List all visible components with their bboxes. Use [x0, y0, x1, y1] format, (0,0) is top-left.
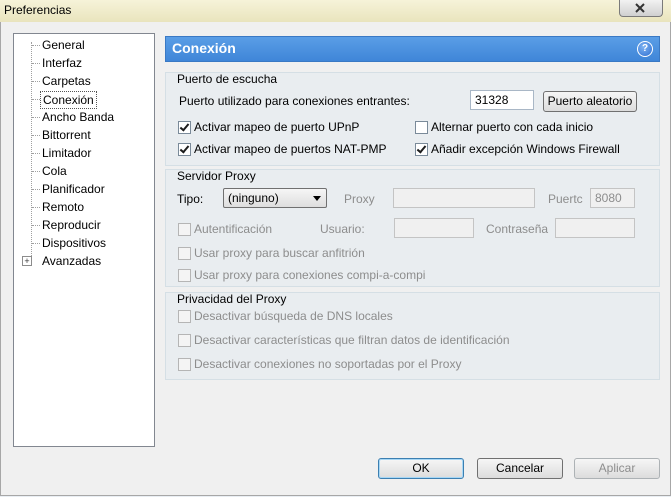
password-input[interactable] [555, 218, 635, 238]
close-button[interactable] [619, 0, 663, 17]
help-icon[interactable]: ? [637, 41, 653, 57]
group-title: Servidor Proxy [177, 169, 256, 183]
proxy-host-input[interactable] [393, 188, 535, 208]
alternate-port-label: Alternar puerto con cada inicio [431, 120, 594, 134]
proxy-type-value: (ninguno) [228, 191, 279, 205]
dns-checkbox[interactable] [178, 310, 191, 323]
tree-connector [32, 99, 40, 100]
user-label: Usuario: [320, 222, 365, 236]
unsupported-connections-label: Desactivar conexiones no soportadas por … [194, 357, 462, 371]
section-header: Conexión ? [165, 36, 660, 62]
tree-item-conexion[interactable]: Conexión [40, 91, 97, 109]
window-title: Preferencias [4, 3, 72, 17]
proxy-port-label: Puertc [548, 192, 583, 206]
tree-connector [32, 45, 40, 46]
identifying-features-checkbox[interactable] [178, 334, 191, 347]
tree-item-cola[interactable]: Cola [40, 163, 69, 179]
firewall-label: Añadir excepción Windows Firewall [431, 142, 620, 156]
tree-item-remoto[interactable]: Remoto [40, 199, 86, 215]
upnp-label: Activar mapeo de puerto UPnP [194, 120, 360, 134]
tree-connector [32, 153, 40, 154]
natpmp-label: Activar mapeo de puertos NAT-PMP [194, 142, 387, 156]
auth-label: Autentificación [194, 222, 273, 236]
firewall-checkbox[interactable] [415, 143, 428, 156]
alternate-port-checkbox[interactable] [415, 121, 428, 134]
tree-item-planificador[interactable]: Planificador [40, 181, 107, 197]
tree-item-interfaz[interactable]: Interfaz [40, 55, 84, 71]
tree-item-carpetas[interactable]: Carpetas [40, 73, 93, 89]
title-bar: Preferencias [0, 0, 671, 22]
proxy-privacy-group: Privacidad del Proxy Desactivar búsqueda… [165, 292, 660, 380]
p2p-proxy-checkbox[interactable] [178, 269, 191, 282]
group-title: Puerto de escucha [177, 72, 278, 86]
tree-connector [32, 243, 40, 244]
section-title: Conexión [172, 40, 236, 56]
random-port-button[interactable]: Puerto aleatorio [543, 91, 637, 112]
tree-item-avanzadas[interactable]: Avanzadas [40, 253, 103, 269]
port-label: Puerto utilizado para conexiones entrant… [179, 94, 410, 108]
tree-connector [32, 189, 40, 190]
natpmp-checkbox[interactable] [178, 143, 191, 156]
tree-connector [32, 207, 40, 208]
chevron-down-icon [313, 196, 321, 201]
category-tree[interactable]: General Interfaz Carpetas Conexión Ancho… [13, 33, 155, 447]
tree-item-dispositivos[interactable]: Dispositivos [40, 235, 108, 251]
identifying-features-label: Desactivar características que filtran d… [194, 333, 510, 347]
listen-port-group: Puerto de escucha Puerto utilizado para … [165, 72, 660, 166]
ok-button[interactable]: OK [378, 458, 464, 479]
tree-connector [32, 63, 40, 64]
close-icon [635, 3, 645, 13]
unsupported-connections-checkbox[interactable] [178, 358, 191, 371]
proxy-host-label: Proxy [344, 192, 375, 206]
dns-label: Desactivar búsqueda de DNS locales [194, 309, 393, 323]
expand-icon[interactable]: + [22, 256, 32, 266]
proxy-port-input[interactable] [590, 188, 635, 208]
hostname-lookup-label: Usar proxy para buscar anfitrión [194, 246, 365, 260]
hostname-lookup-checkbox[interactable] [178, 247, 191, 260]
proxy-type-select[interactable]: (ninguno) [223, 188, 327, 208]
dialog-body: General Interfaz Carpetas Conexión Ancho… [0, 22, 671, 496]
proxy-type-label: Tipo: [177, 192, 204, 206]
tree-connector [32, 171, 40, 172]
password-label: Contraseña [486, 222, 549, 236]
group-title: Privacidad del Proxy [177, 292, 287, 306]
tree-item-bittorrent[interactable]: Bittorrent [40, 127, 93, 143]
apply-button[interactable]: Aplicar [574, 458, 660, 479]
tree-connector [32, 135, 40, 136]
proxy-server-group: Servidor Proxy Tipo: (ninguno) Proxy Pue… [165, 169, 660, 287]
tree-item-ancho-banda[interactable]: Ancho Banda [40, 109, 116, 125]
user-input[interactable] [394, 218, 474, 238]
p2p-proxy-label: Usar proxy para conexiones compi-a-compi [194, 268, 426, 282]
port-input[interactable] [470, 90, 534, 110]
tree-item-general[interactable]: General [40, 37, 87, 53]
tree-item-limitador[interactable]: Limitador [40, 145, 93, 161]
auth-checkbox[interactable] [178, 223, 191, 236]
tree-connector [32, 117, 40, 118]
tree-connector [32, 225, 40, 226]
tree-connector [32, 81, 40, 82]
upnp-checkbox[interactable] [178, 121, 191, 134]
cancel-button[interactable]: Cancelar [477, 458, 563, 479]
tree-item-reproducir[interactable]: Reproducir [40, 217, 103, 233]
